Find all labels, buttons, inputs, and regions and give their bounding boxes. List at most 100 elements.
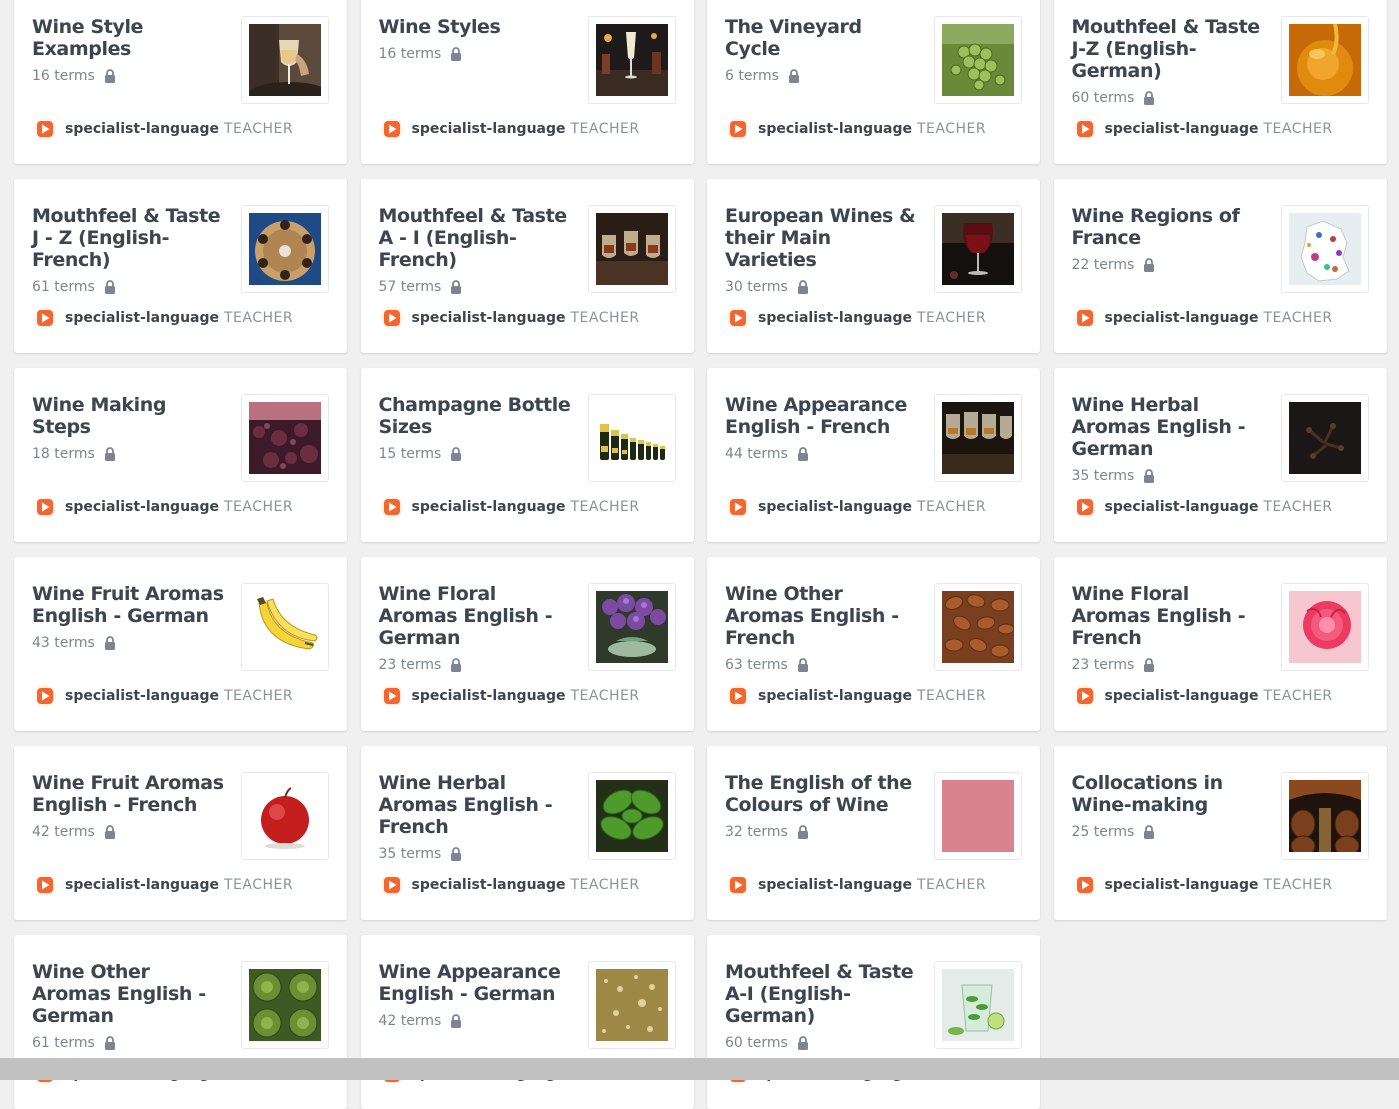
- study-set-card[interactable]: The English of the Colours of Wine 32 ter…: [707, 746, 1040, 920]
- study-set-card[interactable]: Mouthfeel & Taste A-I (English-German) 60…: [707, 935, 1040, 1109]
- creator-name[interactable]: specialist-language: [65, 121, 219, 137]
- set-title[interactable]: Mouthfeel & Taste A - I (English-French): [379, 205, 575, 271]
- red-wine-glass-image: [942, 213, 1014, 285]
- creator-role-badge: TEACHER: [1263, 499, 1333, 515]
- set-title[interactable]: Wine Herbal Aromas English - French: [379, 772, 575, 838]
- creator-avatar-icon: [380, 118, 403, 140]
- set-title[interactable]: Wine Floral Aromas English - German: [379, 583, 575, 649]
- creator-row[interactable]: specialist-languageTEACHER: [380, 874, 640, 896]
- creator-row[interactable]: specialist-languageTEACHER: [1073, 496, 1333, 518]
- creator-name[interactable]: specialist-language: [412, 688, 566, 704]
- bananas-image: [249, 591, 321, 663]
- horizontal-scrollbar[interactable]: [0, 1058, 1399, 1080]
- study-set-card[interactable]: Wine Other Aromas English - German 61 ter…: [14, 935, 347, 1109]
- set-title[interactable]: Wine Other Aromas English - French: [725, 583, 921, 649]
- set-title[interactable]: European Wines & their Main Varieties: [725, 205, 921, 271]
- study-set-card[interactable]: Wine Fruit Aromas English - German 43 ter…: [14, 557, 347, 731]
- creator-name[interactable]: specialist-language: [1105, 499, 1259, 515]
- creator-name[interactable]: specialist-language: [758, 688, 912, 704]
- term-count: 35 terms: [1071, 468, 1135, 484]
- creator-name[interactable]: specialist-language: [65, 877, 219, 893]
- creator-name[interactable]: specialist-language: [65, 499, 219, 515]
- creator-row[interactable]: specialist-languageTEACHER: [1073, 307, 1333, 329]
- set-info: Champagne Bottle Sizes 15 terms: [379, 394, 575, 464]
- study-set-card[interactable]: Wine Fruit Aromas English - French 42 ter…: [14, 746, 347, 920]
- creator-name[interactable]: specialist-language: [758, 310, 912, 326]
- set-title[interactable]: The English of the Colours of Wine: [725, 772, 921, 816]
- creator-row[interactable]: specialist-languageTEACHER: [1073, 118, 1333, 140]
- creator-name[interactable]: specialist-language: [1105, 310, 1259, 326]
- study-set-card[interactable]: Wine Regions of France 22 terms specialist…: [1053, 179, 1387, 353]
- study-set-card[interactable]: Wine Making Steps 18 terms specialist-lang…: [14, 368, 347, 542]
- set-title[interactable]: Wine Making Steps: [32, 394, 228, 438]
- creator-name[interactable]: specialist-language: [412, 877, 566, 893]
- study-set-card[interactable]: The Vineyard Cycle 6 terms specialist-lang…: [707, 0, 1040, 164]
- creator-row[interactable]: specialist-languageTEACHER: [34, 496, 293, 518]
- set-title[interactable]: Wine Appearance English - German: [379, 961, 575, 1005]
- study-set-card[interactable]: Wine Appearance English - German 42 terms…: [360, 935, 694, 1109]
- creator-row[interactable]: specialist-languageTEACHER: [727, 874, 986, 896]
- creator-row[interactable]: specialist-language TEACHER: [727, 496, 986, 518]
- creator-name[interactable]: specialist-language: [65, 688, 219, 704]
- set-title[interactable]: Collocations in Wine-making: [1072, 772, 1268, 816]
- creator-avatar-icon: [1073, 685, 1096, 707]
- set-thumbnail: [241, 16, 329, 104]
- set-title[interactable]: Wine Fruit Aromas English - German: [32, 583, 228, 627]
- creator-name[interactable]: specialist-language: [1105, 121, 1259, 137]
- creator-row[interactable]: specialist-languageTEACHER: [380, 307, 640, 329]
- creator-name[interactable]: specialist-language: [412, 121, 566, 137]
- creator-name[interactable]: specialist-language: [412, 310, 566, 326]
- set-title[interactable]: Wine Fruit Aromas English - French: [32, 772, 228, 816]
- study-set-card[interactable]: Wine Appearance English - French 44 terms…: [707, 368, 1040, 542]
- set-title[interactable]: The Vineyard Cycle: [725, 16, 921, 60]
- creator-avatar-icon: [380, 685, 403, 707]
- study-set-card[interactable]: Champagne Bottle Sizes 15 terms specialist…: [360, 368, 694, 542]
- creator-row[interactable]: specialist-languageTEACHER: [727, 118, 986, 140]
- set-title[interactable]: Champagne Bottle Sizes: [379, 394, 575, 438]
- creator-role-badge: TEACHER: [917, 499, 987, 515]
- study-set-card[interactable]: Mouthfeel & Taste A - I (English-French)…: [360, 179, 694, 353]
- set-title[interactable]: Wine Style Examples: [32, 16, 228, 60]
- creator-row[interactable]: specialist-languageTEACHER: [727, 307, 986, 329]
- creator-name[interactable]: specialist-language: [758, 877, 912, 893]
- creator-row[interactable]: specialist-languageTEACHER: [1073, 685, 1333, 707]
- study-set-card[interactable]: Wine Herbal Aromas English - German 35 te…: [1053, 368, 1387, 542]
- creator-role-badge: TEACHER: [1263, 121, 1333, 137]
- creator-row[interactable]: specialist-languageTEACHER: [380, 685, 640, 707]
- creator-row[interactable]: specialist-languageTEACHER: [380, 118, 640, 140]
- set-title[interactable]: Mouthfeel & Taste J - Z (English-French): [32, 205, 228, 271]
- creator-row[interactable]: specialist-languageTEACHER: [34, 685, 293, 707]
- study-set-card[interactable]: Wine Styles 16 terms specialist-language TE…: [360, 0, 694, 164]
- creator-row[interactable]: specialist-languageTEACHER: [380, 496, 640, 518]
- creator-row[interactable]: specialist-languageTEACHER: [34, 307, 293, 329]
- set-title[interactable]: Mouthfeel & Taste A-I (English-German): [725, 961, 921, 1027]
- study-set-card[interactable]: Wine Floral Aromas English - French 23 te…: [1053, 557, 1387, 731]
- sparkling-gold-image: [595, 969, 668, 1041]
- set-term-count-row: 6 terms: [725, 66, 921, 86]
- study-set-card[interactable]: Wine Floral Aromas English - German 23 te…: [360, 557, 694, 731]
- creator-name[interactable]: specialist-language: [758, 499, 912, 515]
- creator-name[interactable]: specialist-language: [758, 121, 912, 137]
- creator-row[interactable]: specialist-languageTEACHER: [1073, 874, 1333, 896]
- study-set-card[interactable]: Wine Style Examples 16 terms specialist-la…: [14, 0, 347, 164]
- set-title[interactable]: Wine Appearance English - French: [725, 394, 921, 438]
- set-title[interactable]: Wine Herbal Aromas English - German: [1072, 394, 1268, 460]
- set-title[interactable]: Wine Regions of France: [1072, 205, 1268, 249]
- study-set-card[interactable]: Mouthfeel & Taste J-Z (English-German) 60…: [1053, 0, 1387, 164]
- creator-name[interactable]: specialist-language: [1105, 688, 1259, 704]
- creator-name[interactable]: specialist-language: [412, 499, 566, 515]
- study-set-card[interactable]: Collocations in Wine-making 25 terms speci…: [1053, 746, 1387, 920]
- set-title[interactable]: Wine Other Aromas English - German: [32, 961, 228, 1027]
- creator-row[interactable]: specialist-languageTEACHER: [34, 118, 293, 140]
- set-title[interactable]: Wine Styles: [379, 16, 575, 38]
- study-set-card[interactable]: Wine Herbal Aromas English - French 35 te…: [360, 746, 694, 920]
- creator-row[interactable]: specialist-languageTEACHER: [34, 874, 293, 896]
- study-set-card[interactable]: Mouthfeel & Taste J - Z (English-French)…: [14, 179, 347, 353]
- set-title[interactable]: Wine Floral Aromas English - French: [1072, 583, 1268, 649]
- creator-row[interactable]: specialist-languageTEACHER: [727, 685, 986, 707]
- creator-name[interactable]: specialist-language: [1105, 877, 1259, 893]
- study-set-card[interactable]: Wine Other Aromas English - French 63 ter…: [707, 557, 1040, 731]
- set-title[interactable]: Mouthfeel & Taste J-Z (English-German): [1072, 16, 1268, 82]
- study-set-card[interactable]: European Wines & their Main Varieties 30 …: [707, 179, 1040, 353]
- creator-name[interactable]: specialist-language: [65, 310, 219, 326]
